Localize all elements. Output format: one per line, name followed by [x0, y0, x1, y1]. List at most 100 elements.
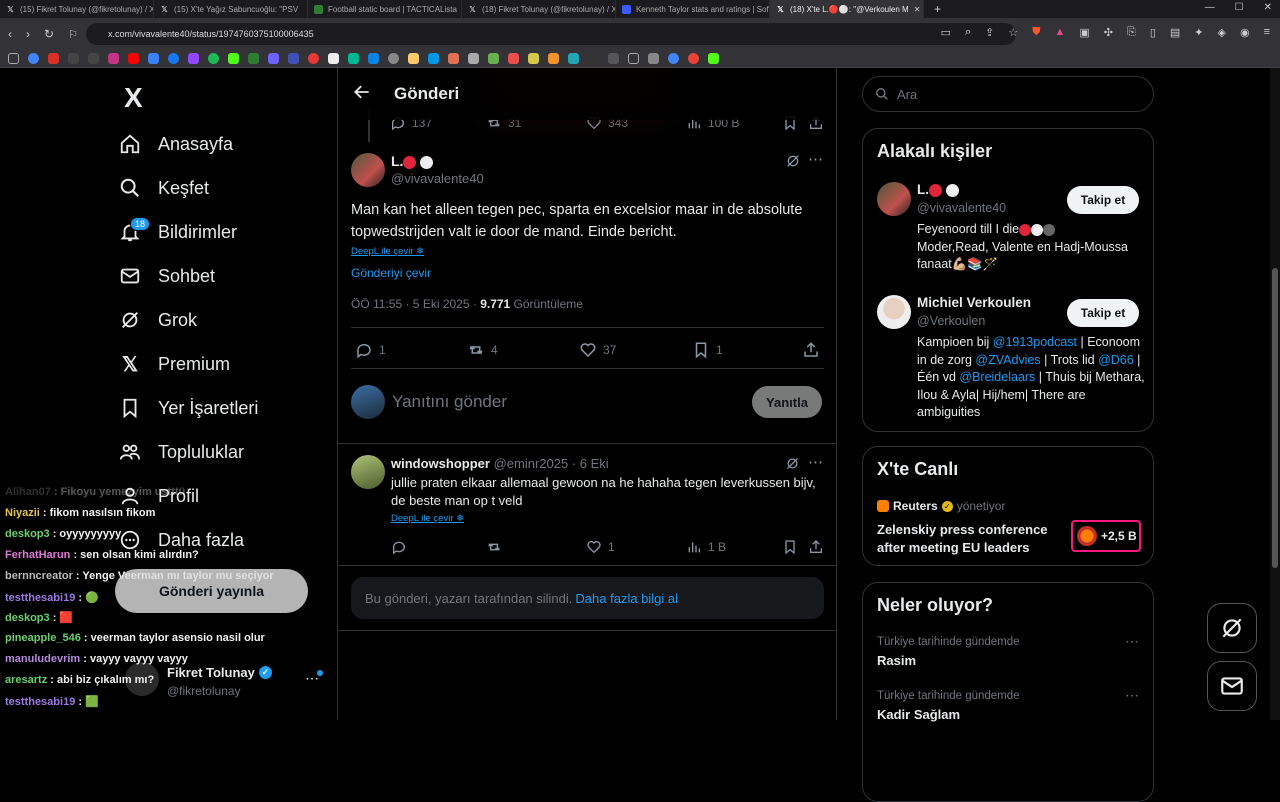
learn-more-link[interactable]: Daha fazla bilgi al — [575, 591, 678, 606]
live-host[interactable]: Reuters ✓ yönetiyor — [877, 499, 1005, 513]
bookmark-icon[interactable] — [328, 53, 339, 64]
scrollbar[interactable] — [1270, 68, 1280, 720]
wallet2-icon[interactable]: ▤ — [1170, 26, 1180, 39]
more-options-icon[interactable]: ⋯ — [1125, 687, 1139, 704]
bookmark-icon[interactable] — [468, 53, 479, 64]
nav-notifications[interactable]: 18 Bildirimler — [118, 210, 237, 254]
avatar[interactable] — [351, 153, 385, 187]
folder-icon[interactable] — [628, 53, 639, 64]
like-button[interactable]: 1 — [586, 539, 615, 555]
bookmark-icon[interactable] — [268, 53, 279, 64]
bookmark-icon[interactable] — [408, 53, 419, 64]
live-listeners[interactable]: +2,5 B — [1071, 520, 1141, 552]
bookmark-icon[interactable] — [428, 53, 439, 64]
nav-bookmarks[interactable]: Yer İşaretleri — [118, 386, 258, 430]
person-name[interactable]: Michiel Verkoulen — [917, 295, 1031, 310]
more-options-icon[interactable]: ⋯ — [808, 150, 823, 168]
browser-tab[interactable]: Kenneth Taylor stats and ratings | Sofa — [616, 0, 770, 18]
browser-tab[interactable]: 𝕏 (15) X'te Yağız Sabuncuoğlu: "PSV — [154, 0, 308, 18]
nav-home[interactable]: Anasayfa — [118, 122, 233, 166]
bookmark-icon[interactable] — [688, 53, 699, 64]
bookmark-icon[interactable] — [608, 53, 619, 64]
bookmark-icon[interactable] — [568, 53, 579, 64]
nav-grok[interactable]: Grok — [118, 298, 197, 342]
retweet-button[interactable] — [486, 539, 502, 560]
browser-tab-active[interactable]: 𝕏 (18) X'te L.🔴⚪: "@Verkoulen M ✕ — [770, 0, 924, 18]
grok-icon[interactable] — [785, 153, 801, 174]
extensions-icon[interactable]: ✣ — [1104, 26, 1113, 39]
x-bookmark-icon[interactable] — [68, 53, 79, 64]
nav-communities[interactable]: Topluluklar — [118, 430, 244, 474]
bookmark-icon[interactable] — [668, 53, 679, 64]
bookmark-icon[interactable] — [208, 53, 219, 64]
author-handle[interactable]: @vivavalente40 — [391, 171, 484, 186]
messages-fab[interactable] — [1207, 661, 1257, 711]
live-headline[interactable]: Zelenskiy press conference after meeting… — [877, 521, 1057, 557]
bookmark-icon[interactable] — [248, 53, 259, 64]
bookmark-icon[interactable] — [368, 53, 379, 64]
star-icon[interactable]: ☆ — [1008, 26, 1018, 39]
reply-input[interactable]: Yanıtını gönder — [392, 392, 507, 412]
instagram-icon[interactable] — [108, 53, 119, 64]
bookmark-button[interactable] — [782, 539, 798, 560]
brave-shield-icon[interactable]: ⛊ — [1032, 26, 1040, 39]
bookmark-icon[interactable] — [548, 53, 559, 64]
author-name[interactable]: L. — [391, 153, 434, 169]
views-button[interactable]: 1 B — [686, 539, 726, 555]
vpn-icon[interactable]: ◈ — [1218, 26, 1226, 39]
close-window-icon[interactable]: ✕ — [1264, 2, 1272, 13]
bookmark-icon[interactable] — [288, 53, 299, 64]
bookmark-page-icon[interactable]: ⚐ — [68, 28, 78, 41]
profile-icon[interactable]: ◉ — [1240, 26, 1250, 39]
browser-tab[interactable]: Football static board | TACTICALista — [308, 0, 462, 18]
google-icon[interactable] — [28, 53, 39, 64]
reply-submit-button[interactable]: Yanıtla — [752, 386, 822, 418]
back-icon[interactable]: ‹ — [8, 27, 12, 41]
post-button[interactable]: Gönderi yayınla — [115, 569, 308, 613]
bookmark-icon[interactable] — [148, 53, 159, 64]
reload-icon[interactable]: ↻ — [44, 27, 54, 41]
mention-link[interactable]: @1913podcast — [993, 335, 1077, 349]
scrollbar-thumb[interactable] — [1272, 268, 1278, 568]
zoom-icon[interactable]: ⌕ — [965, 26, 971, 39]
apps-icon[interactable] — [8, 53, 19, 64]
mention-link[interactable]: @D66 — [1098, 353, 1134, 367]
kick-icon[interactable] — [228, 53, 239, 64]
browser-tab[interactable]: 𝕏 (15) Fikret Tolunay (@fikretolunay) / X — [0, 0, 154, 18]
trend-item[interactable]: Rasim — [877, 653, 916, 668]
url-field[interactable]: x.com/vivavalente40/status/1974760375100… — [86, 23, 1016, 45]
screenshot-icon[interactable]: ⎘ — [1127, 26, 1136, 39]
mention-link[interactable]: @Breidelaars — [959, 370, 1035, 384]
gmail-icon[interactable] — [48, 53, 59, 64]
avatar[interactable] — [877, 295, 911, 329]
nav-chat[interactable]: Sohbet — [118, 254, 215, 298]
x-logo[interactable]: X — [124, 82, 143, 114]
cast-icon[interactable]: ▭ — [941, 26, 951, 39]
like-button[interactable]: 37 — [579, 341, 616, 359]
grok-fab[interactable] — [1207, 603, 1257, 653]
minimize-icon[interactable]: — — [1205, 2, 1215, 13]
bookmark-icon[interactable] — [308, 53, 319, 64]
reply-button[interactable] — [391, 539, 407, 560]
bookmark-icon[interactable] — [528, 53, 539, 64]
avatar[interactable] — [877, 182, 911, 216]
more-options-icon[interactable]: ⋯ — [808, 453, 823, 471]
close-tab-icon[interactable]: ✕ — [914, 5, 921, 14]
bookmark-icon[interactable] — [348, 53, 359, 64]
deepl-translate-link[interactable]: DeepL ile çevir ❄ — [391, 513, 464, 524]
sidebar-icon[interactable]: ▯ — [1150, 26, 1156, 39]
bookmark-icon[interactable] — [508, 53, 519, 64]
link-icon[interactable] — [648, 53, 659, 64]
bookmark-icon[interactable] — [388, 53, 399, 64]
follow-button[interactable]: Takip et — [1067, 299, 1139, 327]
deepl-translate-link[interactable]: DeepL ile çevir ❄ — [351, 246, 424, 257]
grok-icon[interactable] — [785, 456, 800, 476]
browser-tab[interactable]: 𝕏 (18) Fikret Tolunay (@fikretolunay) / X — [462, 0, 616, 18]
leo-icon[interactable]: ✦ — [1194, 26, 1203, 39]
avatar[interactable] — [351, 455, 385, 489]
kick-icon[interactable] — [708, 53, 719, 64]
account-switcher[interactable]: Fikret Tolunay ✓ @fikretolunay ⋯ — [125, 660, 325, 706]
nav-premium[interactable]: 𝕏 Premium — [118, 342, 230, 386]
more-options-icon[interactable]: ⋯ — [1125, 633, 1139, 650]
rewards-icon[interactable]: ▲ — [1054, 26, 1065, 39]
